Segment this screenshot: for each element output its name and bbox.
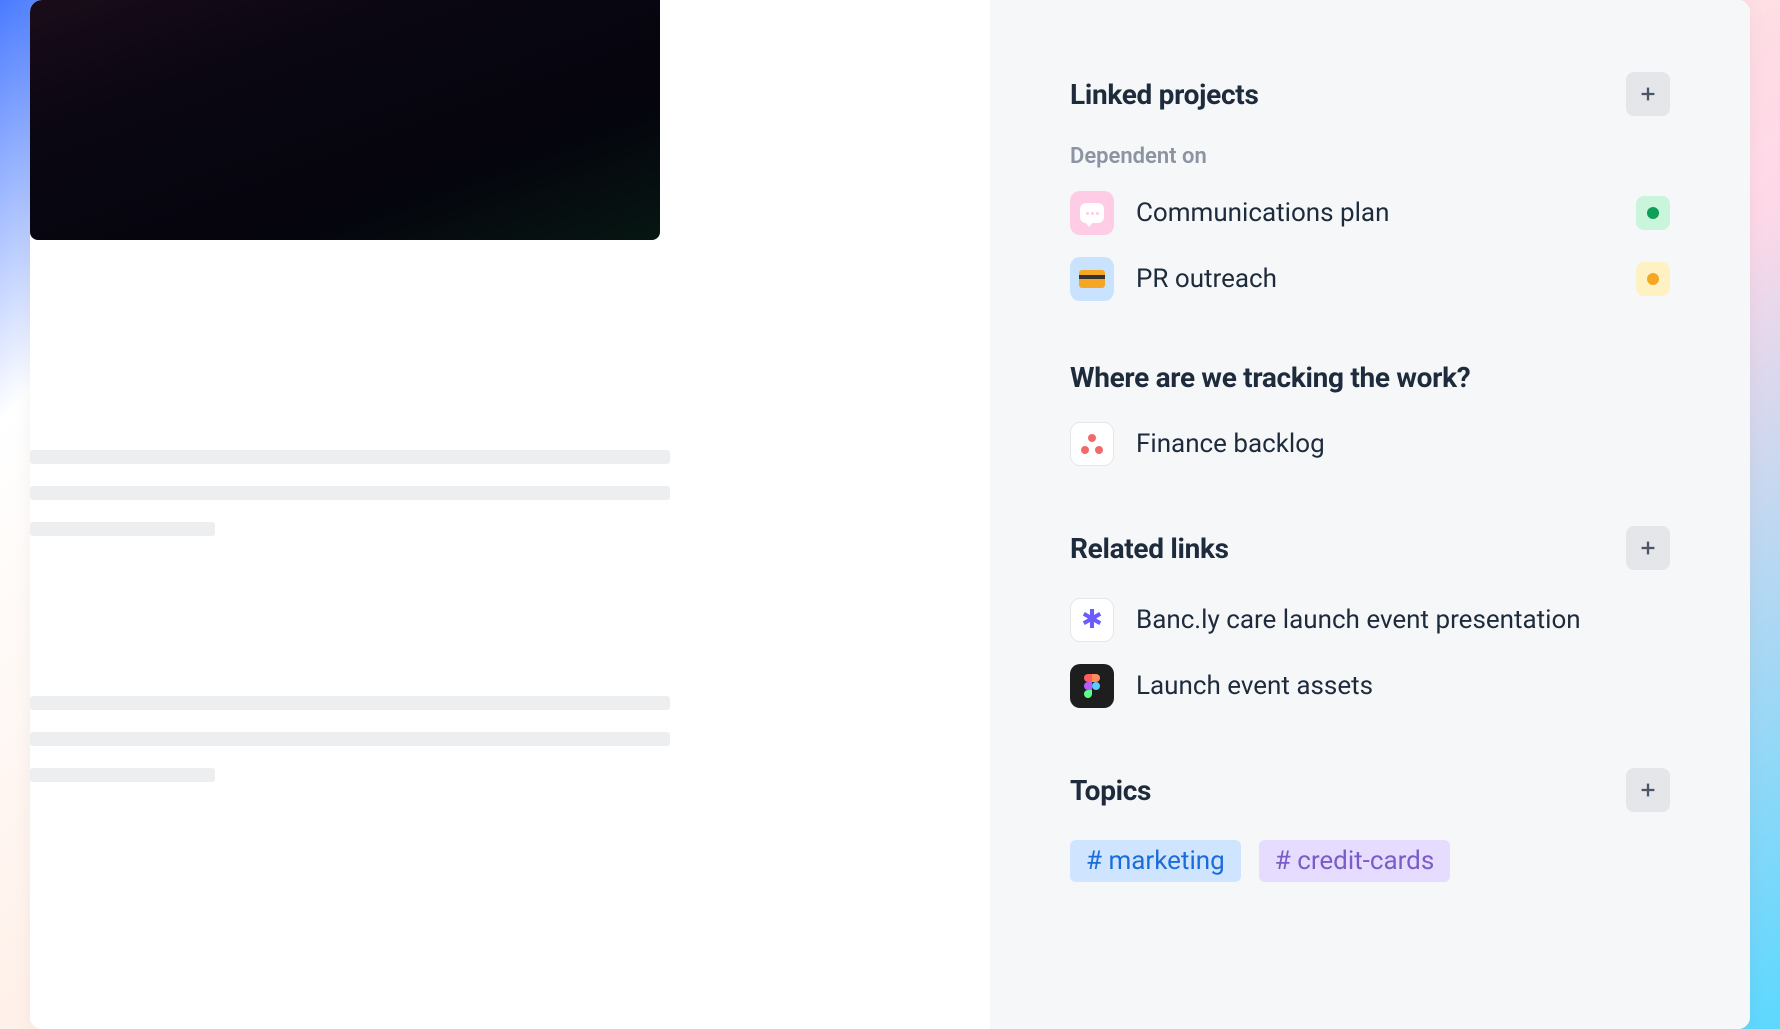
topic-tag-credit-cards[interactable]: # credit-cards [1259, 840, 1451, 882]
related-links-section: Related links ✱ Banc.ly care launch even… [1070, 526, 1670, 708]
related-link-item[interactable]: ✱ Banc.ly care launch event presentation [1070, 598, 1670, 642]
skeleton-line [30, 522, 215, 536]
related-link-item[interactable]: Launch event assets [1070, 664, 1670, 708]
skeleton-line [30, 450, 670, 464]
project-label: PR outreach [1136, 264, 1614, 294]
linked-projects-section: Linked projects Dependent on Communicati… [1070, 72, 1670, 301]
topic-tag-marketing[interactable]: # marketing [1070, 840, 1241, 882]
right-sidebar: Linked projects Dependent on Communicati… [990, 0, 1750, 1029]
credit-card-icon [1070, 257, 1114, 301]
dependent-on-label: Dependent on [1070, 144, 1670, 169]
chat-icon [1070, 191, 1114, 235]
asana-icon [1070, 422, 1114, 466]
plus-icon [1637, 779, 1659, 801]
link-label: Launch event assets [1136, 671, 1670, 701]
tracking-label: Finance backlog [1136, 429, 1670, 459]
section-title: Where are we tracking the work? [1070, 361, 1470, 394]
section-title: Related links [1070, 532, 1229, 565]
skeleton-line [30, 768, 215, 782]
skeleton-paragraph-1 [30, 450, 990, 536]
project-label: Communications plan [1136, 198, 1614, 228]
hero-banner-image [30, 0, 660, 240]
linked-project-item[interactable]: Communications plan [1070, 191, 1670, 235]
section-header: Topics [1070, 768, 1670, 812]
topics-row: # marketing # credit-cards [1070, 840, 1670, 882]
section-header: Where are we tracking the work? [1070, 361, 1670, 394]
status-badge-green [1636, 196, 1670, 230]
tracking-item[interactable]: Finance backlog [1070, 422, 1670, 466]
status-dot-icon [1647, 207, 1659, 219]
skeleton-line [30, 732, 670, 746]
figma-icon [1070, 664, 1114, 708]
skeleton-paragraph-2 [30, 696, 990, 782]
section-header: Related links [1070, 526, 1670, 570]
plus-icon [1637, 537, 1659, 559]
status-dot-icon [1647, 273, 1659, 285]
asterisk-icon: ✱ [1081, 605, 1103, 635]
tracking-section: Where are we tracking the work? Finance … [1070, 361, 1670, 466]
section-title: Linked projects [1070, 78, 1259, 111]
app-frame: Linked projects Dependent on Communicati… [30, 0, 1750, 1029]
add-linked-project-button[interactable] [1626, 72, 1670, 116]
topics-section: Topics # marketing # credit-cards [1070, 768, 1670, 882]
add-topic-button[interactable] [1626, 768, 1670, 812]
skeleton-line [30, 486, 670, 500]
section-header: Linked projects [1070, 72, 1670, 116]
section-title: Topics [1070, 774, 1151, 807]
add-related-link-button[interactable] [1626, 526, 1670, 570]
presentation-icon: ✱ [1070, 598, 1114, 642]
status-badge-yellow [1636, 262, 1670, 296]
linked-project-item[interactable]: PR outreach [1070, 257, 1670, 301]
link-label: Banc.ly care launch event presentation [1136, 605, 1670, 635]
plus-icon [1637, 83, 1659, 105]
main-content-panel [30, 0, 990, 1029]
skeleton-line [30, 696, 670, 710]
